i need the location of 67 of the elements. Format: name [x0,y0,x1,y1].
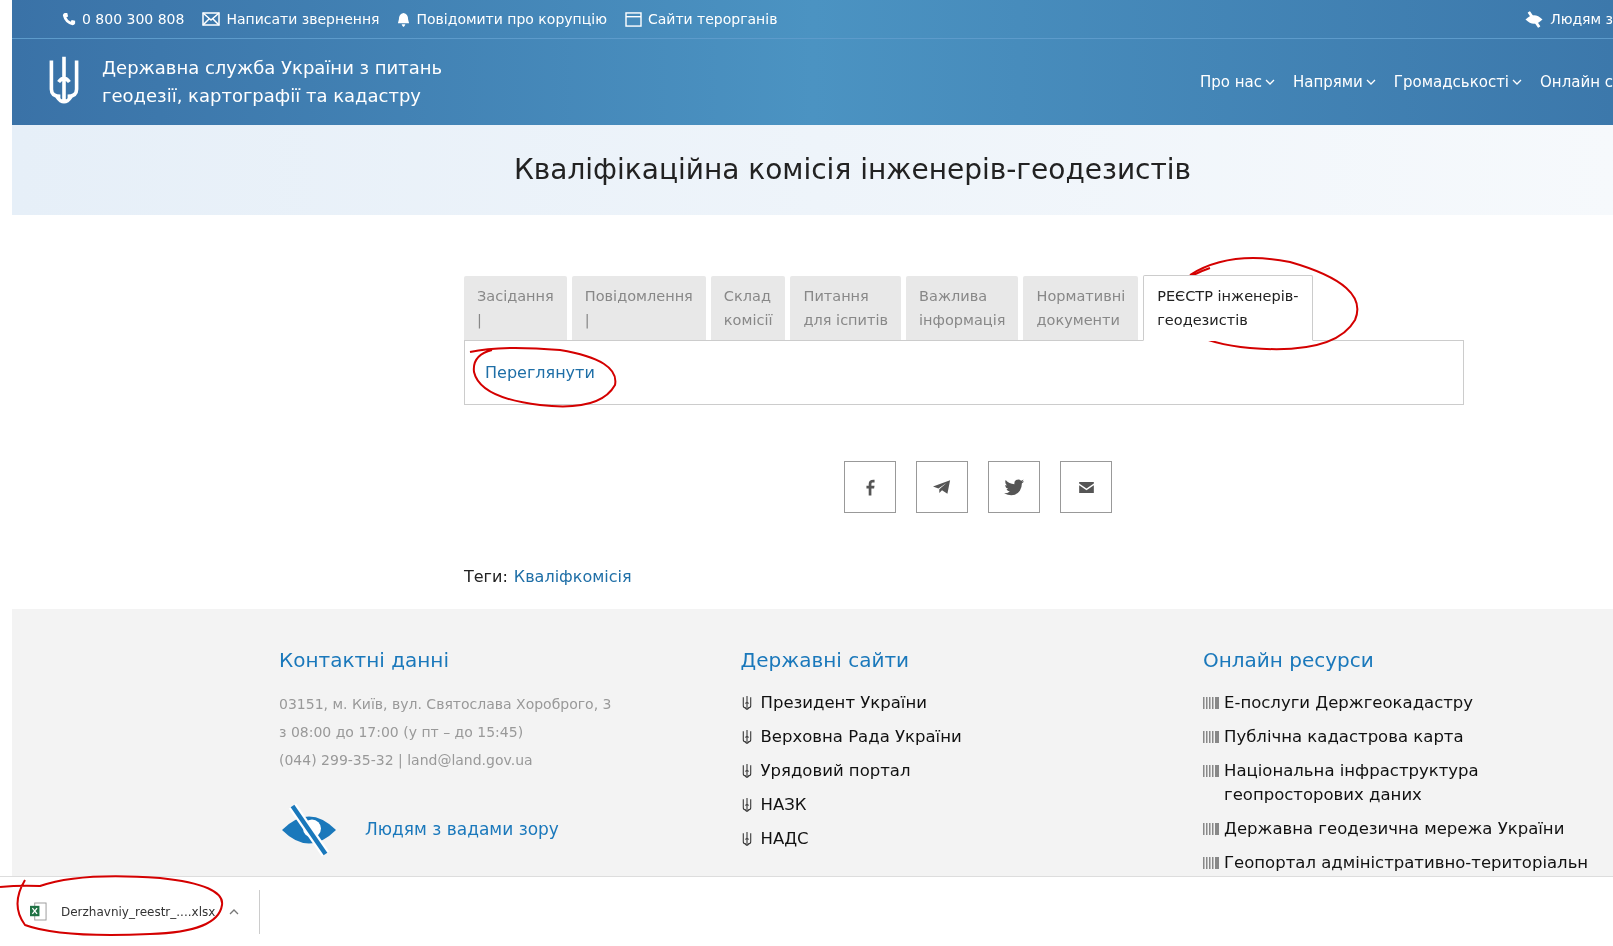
trident-icon [740,830,753,848]
barcode-icon [1203,823,1219,835]
site-title: Державна служба України з питань [102,56,443,80]
tab[interactable]: Питання для іспитів [790,276,902,340]
top-bar-link[interactable]: Написати звернення [226,8,380,30]
footer-link[interactable]: Верховна Рада України [760,725,962,749]
tab[interactable]: РЕЄСТР інженерів- геодезистів [1143,275,1313,341]
footer-link[interactable]: Національна інфраструктура геопросторових даних [1224,759,1613,807]
footer-heading: Онлайн ресурси [1203,647,1375,674]
contact-line: з 08:00 до 17:00 (у пт – до 15:45) [279,723,525,742]
share-button[interactable] [1060,461,1112,513]
tab[interactable]: Склад комісії [710,276,786,340]
barcode-icon [1203,765,1219,777]
caret-up-icon [229,908,240,915]
bell-icon [397,11,411,27]
caret-icon [1264,79,1275,85]
barcode-icon [1203,857,1219,869]
footer-link[interactable]: Президент України [760,691,927,715]
top-bar-link[interactable]: 0 800 300 808 [82,8,185,30]
footer-link[interactable]: Е-послуги Держгеокадастру [1224,691,1474,715]
page-title: Кваліфікаційна комісія інженерів-геодезистів [512,152,1192,188]
top-bar-link[interactable]: Повідомити про корупцію [416,8,607,30]
trident-icon [740,796,753,814]
share-button[interactable] [916,461,968,513]
footer-link[interactable]: НАДС [760,827,809,851]
view-link[interactable]: Переглянути [485,360,595,385]
mail-icon [1078,481,1094,493]
tab[interactable]: Важлива інформація [906,276,1019,340]
download-item[interactable]: Derzhavniy_reestr_....xlsx [30,889,256,934]
caret-icon [1512,79,1523,85]
accessibility-link[interactable]: Людям з [1550,8,1613,30]
barcode-icon [1203,697,1219,709]
bird-icon [1004,478,1024,496]
tags-label: Теги: [464,566,508,588]
caret-icon [1365,79,1376,85]
trident-icon [740,694,753,712]
footer-link[interactable]: НАЗК [760,793,807,817]
tab[interactable]: Повідомлення | [571,276,706,340]
facebook-icon [865,478,875,496]
nav-link[interactable]: Онлайн с [1540,70,1613,94]
download-file-name: Derzhavniy_reestr_....xlsx [61,903,216,921]
tag-link[interactable]: Кваліфкомісія [513,565,632,589]
footer-heading: Державні сайти [740,647,911,674]
footer-link[interactable]: Урядовий портал [760,759,911,783]
nav-link[interactable]: Про нас [1199,70,1275,94]
nav-link[interactable]: Напрями [1292,70,1376,94]
nav-link[interactable]: Громадськості [1393,70,1523,94]
trident-icon [740,762,753,780]
top-bar-link[interactable]: Сайти терорганів [647,8,778,30]
footer-link[interactable]: Публічна кадастрова карта [1224,725,1464,749]
footer-heading: Контактні данні [279,647,450,674]
spreadsheet-file-icon [30,902,47,921]
phone-icon [62,12,76,26]
contact-line: 03151, м. Київ, вул. Святослава Хороброго, 3 [279,695,613,714]
accessibility-link[interactable]: Людям з вадами зору [365,817,559,843]
barcode-icon [1203,731,1219,743]
window-icon [624,11,642,27]
trident-icon [740,728,753,746]
share-button[interactable] [988,461,1040,513]
footer-link[interactable]: Державна геодезична мережа України [1224,817,1565,841]
tab[interactable]: Нормативні документи [1023,276,1139,340]
site-title: геодезії, картографії та кадастру [102,84,422,108]
footer-link[interactable]: Геопортал адміністративно-територіальн [1224,851,1589,875]
tab[interactable]: Засідання | [464,276,567,340]
mail-icon [202,12,221,26]
paper-plane-icon [933,479,951,495]
contact-line: (044) 299-35-32 | land@land.gov.ua [279,751,534,771]
